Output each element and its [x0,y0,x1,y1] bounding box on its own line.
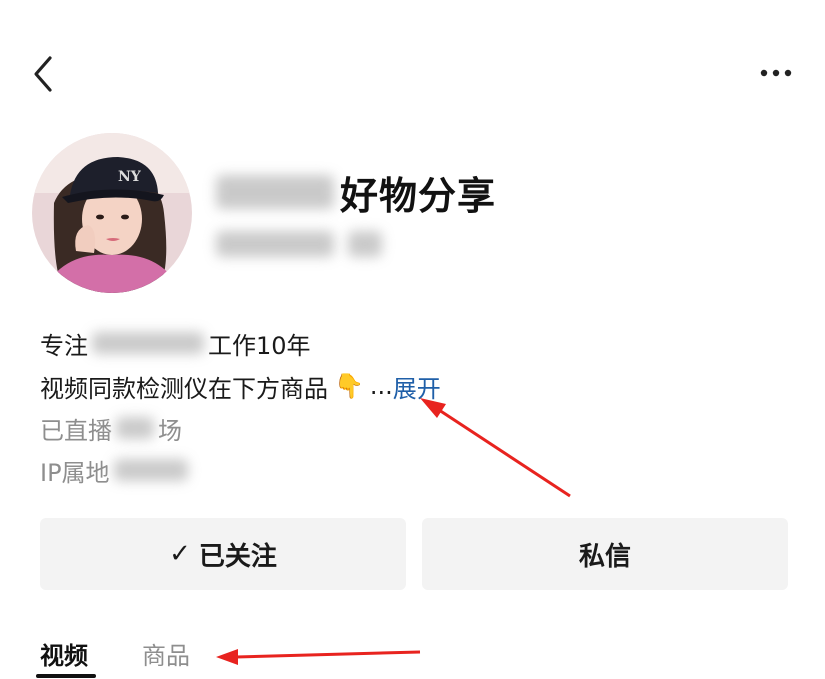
arrow-to-expand-icon [420,398,571,498]
arrow-to-products-tab-icon [216,649,421,665]
annotation-arrows [216,398,571,665]
